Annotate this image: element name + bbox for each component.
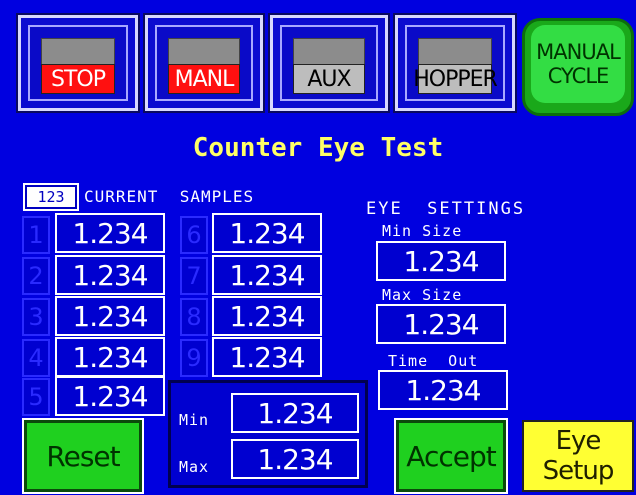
sample-index-8: 8 — [180, 298, 208, 336]
sample-index-3: 3 — [22, 298, 50, 336]
sample-index-7: 7 — [180, 257, 208, 295]
hmi-screen: STOP MANL AUX HOPPER MANUAL CYCLE Counte… — [0, 0, 636, 495]
max-label: Max — [179, 458, 210, 476]
manl-label: MANL — [168, 64, 240, 94]
sample-value-4: 1.234 — [55, 337, 165, 377]
eye-setup-label-line1: Eye — [555, 426, 602, 456]
min-size-label: Min Size — [382, 222, 463, 240]
eye-settings-header: EYE SETTINGS — [366, 199, 526, 219]
max-size-label: Max Size — [382, 286, 463, 304]
sample-value-5: 1.234 — [55, 376, 165, 416]
accept-button[interactable]: Accept — [394, 418, 508, 494]
sample-index-2: 2 — [22, 257, 50, 295]
eye-setup-button[interactable]: Eye Setup — [522, 420, 634, 492]
sample-value-2: 1.234 — [55, 255, 165, 295]
hopper-status-button[interactable]: HOPPER — [393, 13, 517, 113]
manual-cycle-button[interactable]: MANUAL CYCLE — [522, 18, 634, 116]
sample-value-9: 1.234 — [212, 337, 322, 377]
sample-index-1: 1 — [22, 216, 50, 254]
sample-index-4: 4 — [22, 339, 50, 377]
sample-value-3: 1.234 — [55, 296, 165, 336]
manl-status-button[interactable]: MANL — [143, 13, 265, 113]
min-label: Min — [179, 411, 210, 429]
stop-status-button[interactable]: STOP — [16, 13, 140, 113]
min-size-value[interactable]: 1.234 — [376, 241, 506, 281]
manual-cycle-label-line2: CYCLE — [547, 64, 610, 88]
max-size-value[interactable]: 1.234 — [376, 304, 506, 344]
sample-value-1: 1.234 — [55, 213, 165, 253]
min-max-panel: Min 1.234 Max 1.234 — [168, 380, 368, 488]
hopper-label: HOPPER — [413, 64, 498, 94]
current-samples-header: CURRENT SAMPLES — [84, 187, 255, 206]
max-value: 1.234 — [231, 439, 359, 479]
aux-status-button[interactable]: AUX — [268, 13, 390, 113]
sample-index-9: 9 — [180, 339, 208, 377]
sample-value-8: 1.234 — [212, 296, 322, 336]
sample-count-badge: 123 — [23, 183, 79, 211]
time-out-value[interactable]: 1.234 — [378, 370, 508, 410]
sample-value-7: 1.234 — [212, 255, 322, 295]
page-title: Counter Eye Test — [192, 133, 444, 163]
eye-setup-label-line2: Setup — [542, 456, 615, 486]
reset-button[interactable]: Reset — [22, 418, 144, 494]
stop-label: STOP — [41, 64, 115, 94]
sample-index-6: 6 — [180, 216, 208, 254]
min-value: 1.234 — [231, 393, 359, 433]
sample-value-6: 1.234 — [212, 213, 322, 253]
time-out-label: Time Out — [388, 352, 479, 370]
manual-cycle-label-line1: MANUAL — [536, 40, 621, 64]
sample-index-5: 5 — [22, 378, 50, 416]
aux-label: AUX — [293, 64, 365, 94]
